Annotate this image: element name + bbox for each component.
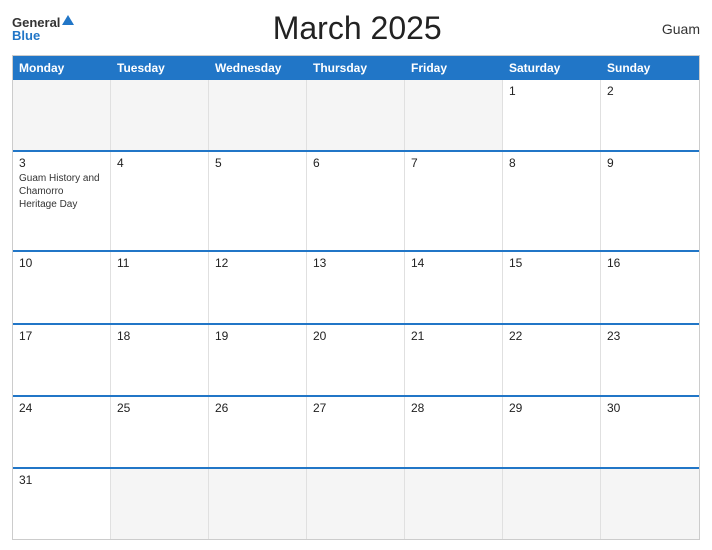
cal-cell-24: 24 (13, 397, 111, 467)
day-number: 23 (607, 329, 693, 343)
day-number: 27 (313, 401, 398, 415)
header: General Blue March 2025 Guam (12, 10, 700, 47)
day-number: 7 (411, 156, 496, 170)
cal-cell-10: 10 (13, 252, 111, 322)
cal-cell-26: 26 (209, 397, 307, 467)
logo: General Blue (12, 16, 74, 42)
cal-cell-27: 27 (307, 397, 405, 467)
calendar: Monday Tuesday Wednesday Thursday Friday… (12, 55, 700, 540)
cal-cell-29: 29 (503, 397, 601, 467)
cal-cell-23: 23 (601, 325, 699, 395)
cal-cell-30: 30 (601, 397, 699, 467)
cal-cell-13: 13 (307, 252, 405, 322)
page: General Blue March 2025 Guam Monday Tues… (0, 0, 712, 550)
day-number: 1 (509, 84, 594, 98)
cal-cell-empty (503, 469, 601, 539)
cal-cell-empty (405, 80, 503, 150)
day-number: 5 (215, 156, 300, 170)
day-number: 20 (313, 329, 398, 343)
calendar-week-2: 3 Guam History and Chamorro Heritage Day… (13, 150, 699, 250)
cal-cell-empty (209, 469, 307, 539)
day-number: 10 (19, 256, 104, 270)
day-number: 24 (19, 401, 104, 415)
day-number: 18 (117, 329, 202, 343)
cal-cell-18: 18 (111, 325, 209, 395)
day-number: 17 (19, 329, 104, 343)
col-header-friday: Friday (405, 56, 503, 80)
logo-general-text: General (12, 16, 60, 29)
cal-cell-11: 11 (111, 252, 209, 322)
cal-cell-4: 4 (111, 152, 209, 250)
cal-cell-empty (307, 80, 405, 150)
day-number: 31 (19, 473, 104, 487)
cal-cell-12: 12 (209, 252, 307, 322)
cal-cell-2: 2 (601, 80, 699, 150)
cal-cell-3: 3 Guam History and Chamorro Heritage Day (13, 152, 111, 250)
day-number: 26 (215, 401, 300, 415)
event-guam-history: Guam History and Chamorro Heritage Day (19, 172, 104, 211)
day-number: 12 (215, 256, 300, 270)
cal-cell-empty (405, 469, 503, 539)
calendar-week-4: 17 18 19 20 21 22 23 (13, 323, 699, 395)
day-number: 28 (411, 401, 496, 415)
cal-cell-22: 22 (503, 325, 601, 395)
col-header-thursday: Thursday (307, 56, 405, 80)
day-number: 2 (607, 84, 693, 98)
calendar-week-3: 10 11 12 13 14 15 16 (13, 250, 699, 322)
cal-cell-15: 15 (503, 252, 601, 322)
day-number: 30 (607, 401, 693, 415)
day-number: 8 (509, 156, 594, 170)
calendar-week-6: 31 (13, 467, 699, 539)
logo-triangle-icon (62, 15, 74, 25)
cal-cell-1: 1 (503, 80, 601, 150)
cal-cell-empty (13, 80, 111, 150)
cal-cell-19: 19 (209, 325, 307, 395)
cal-cell-31: 31 (13, 469, 111, 539)
day-number: 16 (607, 256, 693, 270)
day-number: 22 (509, 329, 594, 343)
cal-cell-16: 16 (601, 252, 699, 322)
day-number: 25 (117, 401, 202, 415)
region-label: Guam (640, 21, 700, 37)
cal-cell-7: 7 (405, 152, 503, 250)
cal-cell-21: 21 (405, 325, 503, 395)
cal-cell-25: 25 (111, 397, 209, 467)
cal-cell-empty (111, 469, 209, 539)
col-header-monday: Monday (13, 56, 111, 80)
day-number: 13 (313, 256, 398, 270)
day-number: 4 (117, 156, 202, 170)
day-number: 14 (411, 256, 496, 270)
day-number: 15 (509, 256, 594, 270)
calendar-body: 1 2 3 Guam History and Chamorro Heritage… (13, 80, 699, 539)
calendar-title: March 2025 (74, 10, 640, 47)
cal-cell-empty (111, 80, 209, 150)
cal-cell-6: 6 (307, 152, 405, 250)
col-header-sunday: Sunday (601, 56, 699, 80)
day-number: 19 (215, 329, 300, 343)
calendar-week-5: 24 25 26 27 28 29 30 (13, 395, 699, 467)
day-number: 11 (117, 256, 202, 270)
day-number: 21 (411, 329, 496, 343)
cal-cell-14: 14 (405, 252, 503, 322)
cal-cell-empty (601, 469, 699, 539)
cal-cell-empty (209, 80, 307, 150)
col-header-wednesday: Wednesday (209, 56, 307, 80)
cal-cell-17: 17 (13, 325, 111, 395)
cal-cell-empty (307, 469, 405, 539)
logo-blue-text: Blue (12, 29, 40, 42)
cal-cell-28: 28 (405, 397, 503, 467)
col-header-saturday: Saturday (503, 56, 601, 80)
day-number: 6 (313, 156, 398, 170)
cal-cell-8: 8 (503, 152, 601, 250)
cal-cell-9: 9 (601, 152, 699, 250)
day-number: 3 (19, 156, 104, 170)
day-number: 29 (509, 401, 594, 415)
cal-cell-20: 20 (307, 325, 405, 395)
day-number: 9 (607, 156, 693, 170)
cal-cell-5: 5 (209, 152, 307, 250)
calendar-header-row: Monday Tuesday Wednesday Thursday Friday… (13, 56, 699, 80)
col-header-tuesday: Tuesday (111, 56, 209, 80)
calendar-week-1: 1 2 (13, 80, 699, 150)
